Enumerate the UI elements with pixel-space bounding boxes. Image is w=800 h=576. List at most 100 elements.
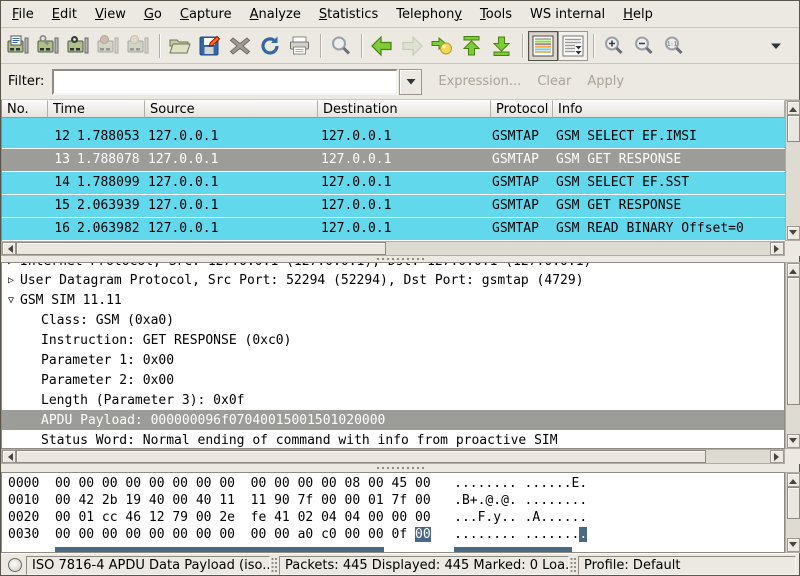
- filter-label[interactable]: Filter:: [8, 74, 44, 89]
- hex-row[interactable]: 0010 00 42 2b 19 40 00 40 11 11 90 7f 00…: [8, 493, 784, 510]
- save-file-icon[interactable]: [195, 31, 225, 61]
- hex-row[interactable]: 0020 00 01 cc 46 12 79 00 2e fe 41 02 04…: [8, 510, 784, 527]
- menu-capture[interactable]: Capture: [171, 3, 241, 26]
- packet-list-hscrollbar[interactable]: [1, 241, 785, 256]
- hex-dump[interactable]: 0000 00 00 00 00 00 00 00 00 00 00 00 00…: [1, 472, 785, 553]
- filter-input[interactable]: [52, 69, 398, 95]
- go-to-packet-icon[interactable]: [427, 31, 457, 61]
- menu-tools[interactable]: Tools: [471, 3, 521, 26]
- column-header-no[interactable]: No.: [2, 100, 48, 118]
- scrollbar-thumb[interactable]: [787, 115, 800, 142]
- capture-restart-icon[interactable]: [124, 31, 154, 61]
- hex-vscrollbar[interactable]: [785, 472, 800, 553]
- menu-bar: File Edit View Go Capture Analyze Statis…: [1, 1, 799, 28]
- scrollbar-thumb[interactable]: [16, 450, 706, 463]
- menu-go[interactable]: Go: [135, 3, 171, 26]
- detail-line-apdu-payload-selected[interactable]: APDU Payload: 000000096f0704001500150102…: [2, 410, 784, 430]
- detail-line-gsm-sim[interactable]: ▽GSM SIM 11.11: [2, 290, 784, 310]
- partial-packet-row[interactable]: 11 1.787851 127.0.0.1 127.0.0.1 GSMTAP G…: [2, 118, 785, 126]
- detail-line-status-word[interactable]: Status Word: Normal ending of command wi…: [2, 430, 784, 449]
- column-header-destination[interactable]: Destination: [318, 100, 491, 118]
- statusbar-grip-icon[interactable]: [570, 557, 577, 573]
- statusbar-grip-icon[interactable]: [271, 557, 278, 573]
- menu-file[interactable]: File: [3, 3, 43, 26]
- detail-line-class[interactable]: Class: GSM (0xa0): [2, 310, 784, 330]
- column-header-protocol[interactable]: Protocol: [491, 100, 553, 118]
- pane-splitter[interactable]: [1, 464, 799, 472]
- scroll-down-button[interactable]: [787, 434, 800, 448]
- column-header-source[interactable]: Source: [145, 100, 318, 118]
- scroll-up-button[interactable]: [787, 473, 800, 487]
- packet-list-header: No. Time Source Destination Protocol Inf…: [2, 100, 785, 118]
- menu-analyze[interactable]: Analyze: [241, 3, 310, 26]
- detail-line-udp[interactable]: ▷User Datagram Protocol, Src Port: 52294…: [2, 270, 784, 290]
- go-forward-icon[interactable]: [397, 31, 427, 61]
- menu-telephony[interactable]: Telephony: [387, 3, 471, 26]
- expander-icon[interactable]: ▷: [2, 263, 20, 267]
- packet-row[interactable]: 16 2.063982 127.0.0.1 127.0.0.1 GSMTAP G…: [2, 218, 785, 241]
- menu-view[interactable]: View: [86, 3, 135, 26]
- go-to-bottom-icon[interactable]: [487, 31, 517, 61]
- expert-info-icon[interactable]: [8, 558, 22, 572]
- hex-row[interactable]: 0030 00 00 00 00 00 00 00 00 00 00 a0 c0…: [8, 527, 784, 544]
- expander-expanded-icon[interactable]: ▽: [2, 295, 20, 306]
- open-file-icon[interactable]: [165, 31, 195, 61]
- scroll-down-button[interactable]: [787, 226, 800, 240]
- hex-row[interactable]: 0000 00 00 00 00 00 00 00 00 00 00 00 00…: [8, 476, 784, 493]
- apply-button[interactable]: Apply: [587, 74, 624, 89]
- detail-line-instruction[interactable]: Instruction: GET RESPONSE (0xc0): [2, 330, 784, 350]
- find-packet-icon[interactable]: [326, 31, 356, 61]
- capture-start-icon[interactable]: [64, 31, 94, 61]
- menu-ws-internal[interactable]: WS internal: [521, 3, 614, 26]
- toolbar-overflow-caret-icon[interactable]: [766, 36, 786, 56]
- column-header-info[interactable]: Info: [553, 100, 785, 118]
- close-file-icon[interactable]: [225, 31, 255, 61]
- scroll-up-button[interactable]: [787, 263, 800, 277]
- scroll-up-button[interactable]: [787, 101, 800, 115]
- packet-row-selected[interactable]: 13 1.788078 127.0.0.1 127.0.0.1 GSMTAP G…: [2, 149, 785, 172]
- scroll-left-button[interactable]: [2, 450, 16, 463]
- detail-line-length[interactable]: Length (Parameter 3): 0x0f: [2, 390, 784, 410]
- autoscroll-toggle-icon[interactable]: [558, 31, 588, 61]
- scrollbar-thumb[interactable]: [787, 277, 800, 405]
- partial-detail-line[interactable]: ▷Internet Protocol, Src: 127.0.0.1 (127.…: [2, 263, 784, 270]
- scroll-left-button[interactable]: [2, 242, 16, 255]
- packet-row[interactable]: 12 1.788053 127.0.0.1 127.0.0.1 GSMTAP G…: [2, 126, 785, 149]
- zoom-out-icon[interactable]: [629, 31, 659, 61]
- go-back-icon[interactable]: [367, 31, 397, 61]
- menu-edit[interactable]: Edit: [43, 3, 86, 26]
- packet-list-rows: 11 1.787851 127.0.0.1 127.0.0.1 GSMTAP G…: [2, 118, 785, 241]
- capture-options-icon[interactable]: [34, 31, 64, 61]
- capture-stop-icon[interactable]: [94, 31, 124, 61]
- details-hscrollbar[interactable]: [1, 449, 785, 464]
- triangle-right-icon: [774, 245, 783, 253]
- packet-row[interactable]: 14 1.788099 127.0.0.1 127.0.0.1 GSMTAP G…: [2, 172, 785, 195]
- expression-button[interactable]: Expression...: [438, 74, 521, 89]
- details-vscrollbar[interactable]: [785, 262, 800, 449]
- detail-line-parameter-2[interactable]: Parameter 2: 0x00: [2, 370, 784, 390]
- svg-text:1:1: 1:1: [667, 41, 677, 47]
- reload-icon[interactable]: [255, 31, 285, 61]
- filter-dropdown-button[interactable]: [399, 69, 422, 95]
- menu-help[interactable]: Help: [614, 3, 662, 26]
- packet-list-vscrollbar[interactable]: [785, 100, 800, 241]
- scrollbar-thumb[interactable]: [787, 487, 800, 519]
- expander-collapsed-icon[interactable]: ▷: [2, 275, 20, 286]
- scroll-right-button[interactable]: [770, 242, 784, 255]
- print-icon[interactable]: [285, 31, 315, 61]
- go-to-top-icon[interactable]: [457, 31, 487, 61]
- detail-line-parameter-1[interactable]: Parameter 1: 0x00: [2, 350, 784, 370]
- packet-row[interactable]: 15 2.063939 127.0.0.1 127.0.0.1 GSMTAP G…: [2, 195, 785, 218]
- zoom-in-icon[interactable]: [599, 31, 629, 61]
- status-profile[interactable]: Profile: Default: [578, 556, 796, 575]
- scroll-down-button[interactable]: [787, 538, 800, 552]
- scrollbar-thumb[interactable]: [16, 242, 386, 255]
- interface-list-icon[interactable]: [4, 31, 34, 61]
- colorize-toggle-icon[interactable]: [528, 31, 558, 61]
- column-header-time[interactable]: Time: [48, 100, 145, 118]
- scroll-right-button[interactable]: [770, 450, 784, 463]
- status-packet-counts: Packets: 445 Displayed: 445 Marked: 0 Lo…: [279, 556, 569, 575]
- zoom-100-icon[interactable]: 1:1: [659, 31, 689, 61]
- clear-button[interactable]: Clear: [537, 74, 571, 89]
- menu-statistics[interactable]: Statistics: [310, 3, 387, 26]
